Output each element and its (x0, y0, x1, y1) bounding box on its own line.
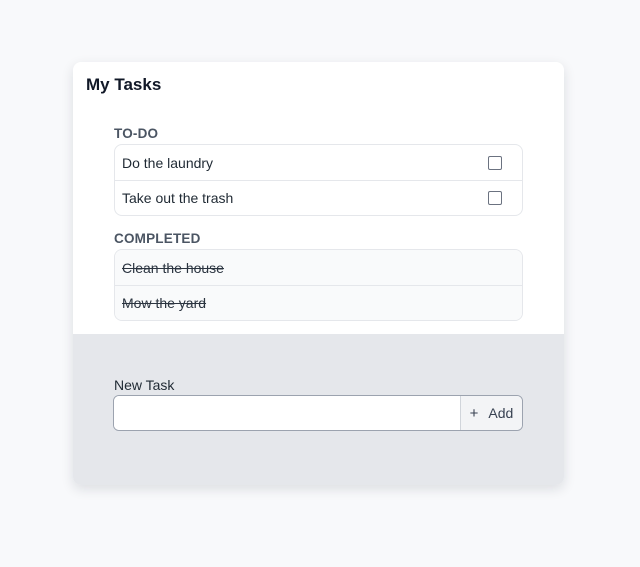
todo-heading: TO-DO (114, 126, 159, 141)
completed-heading: COMPLETED (114, 231, 201, 246)
todo-list: Do the laundry Take out the trash (114, 144, 523, 216)
completed-item[interactable]: Clean the house (115, 250, 522, 285)
completed-list: Clean the house Mow the yard (114, 249, 523, 321)
completed-item[interactable]: Mow the yard (115, 285, 522, 320)
completed-item-label: Clean the house (122, 259, 224, 276)
add-button-label: Add (488, 405, 514, 421)
todo-item[interactable]: Take out the trash (115, 180, 522, 215)
task-card: My Tasks TO-DO Do the laundry Take out t… (73, 62, 564, 485)
completed-item-label: Mow the yard (122, 295, 207, 311)
plus-icon: + (469, 404, 479, 422)
todo-checkbox[interactable] (488, 191, 502, 205)
page-title: My Tasks (86, 75, 162, 94)
add-task-button[interactable]: + Add (460, 396, 522, 430)
todo-item-label: Do the laundry (122, 154, 214, 171)
todo-checkbox[interactable] (488, 155, 502, 170)
todo-item[interactable]: Do the laundry (115, 145, 522, 180)
todo-item-label: Take out the trash (122, 190, 234, 206)
new-task-input-group: + Add (113, 395, 523, 431)
new-task-label: New Task (114, 377, 175, 393)
new-task-input[interactable] (114, 396, 460, 430)
new-task-panel: New Task + Add (73, 334, 564, 485)
